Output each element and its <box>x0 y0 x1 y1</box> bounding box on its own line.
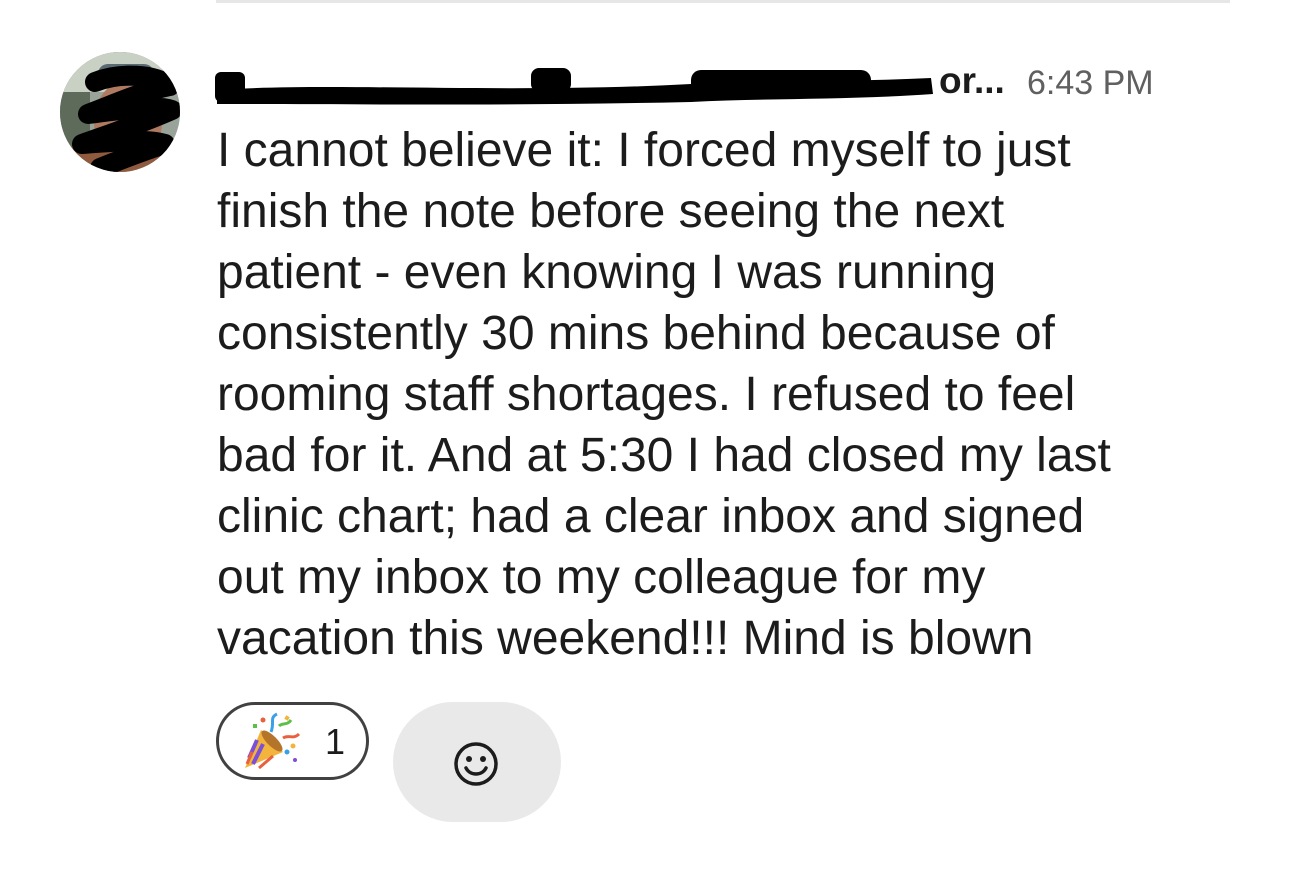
reaction-count: 1 <box>325 721 346 762</box>
party-popper-icon <box>245 712 301 770</box>
message-timestamp[interactable]: 6:43 PM <box>1027 60 1154 106</box>
reaction-party-popper[interactable]: 1 <box>216 702 369 780</box>
redaction-scribble <box>215 68 933 105</box>
message-header: or... 6:43 PM <box>215 58 1175 108</box>
top-divider <box>216 0 1230 3</box>
smile-add-reaction-icon <box>454 742 498 786</box>
avatar[interactable] <box>60 52 180 172</box>
message-body: I cannot believe it: I forced myself to … <box>217 124 1111 665</box>
avatar-photo <box>60 52 180 172</box>
add-reaction-button[interactable] <box>393 702 561 822</box>
